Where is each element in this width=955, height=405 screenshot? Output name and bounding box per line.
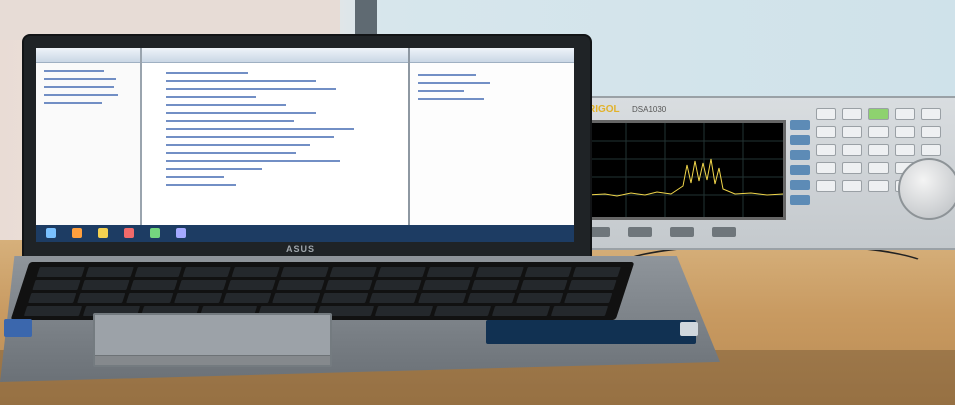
- file-browser-pane: [36, 48, 142, 225]
- windows-taskbar: [36, 225, 574, 242]
- front-ports: [586, 222, 941, 242]
- small-sticker: [680, 322, 698, 336]
- softkey-column: [790, 120, 810, 216]
- instrument-brand: RIGOL: [588, 104, 620, 115]
- spectrum-analyzer: RIGOL DSA1030: [574, 96, 955, 250]
- laptop-keyboard: [10, 262, 635, 320]
- spectrum-trace: [587, 123, 783, 217]
- laptop-brand: ASUS: [286, 244, 316, 254]
- photo-scene: RIGOL DSA1030 ASUS: [0, 0, 955, 405]
- code-editor-pane: [142, 48, 410, 225]
- touchpad: [93, 313, 332, 367]
- laptop-stickers: [486, 320, 696, 344]
- workspace-pane: [410, 48, 574, 225]
- analyzer-screen: [584, 120, 786, 220]
- rotary-knob: [898, 158, 955, 220]
- windows-sticker: [4, 319, 32, 337]
- laptop-screen: [36, 48, 574, 242]
- instrument-model: DSA1030: [632, 105, 667, 114]
